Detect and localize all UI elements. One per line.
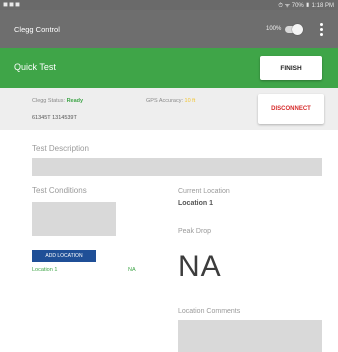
device-serial: 61345T 1314539T xyxy=(32,115,77,121)
app-title: Clegg Control xyxy=(14,25,60,34)
gps-accuracy-value: 10 ft xyxy=(184,98,196,104)
overflow-menu-icon[interactable] xyxy=(318,23,324,37)
battery-percent: 100% xyxy=(266,26,282,32)
location-list-item-name[interactable]: Location 1 xyxy=(32,267,57,273)
current-location-value: Location 1 xyxy=(178,200,214,207)
connection-toggle[interactable] xyxy=(283,24,303,35)
quick-test-bar: Quick Test FINISH xyxy=(0,48,338,88)
quick-test-title: Quick Test xyxy=(14,62,56,72)
test-conditions-label: Test Conditions xyxy=(32,186,87,195)
peak-drop-label: Peak Drop xyxy=(178,228,212,235)
clegg-status: Clegg Status: Ready xyxy=(32,98,83,104)
finish-button[interactable]: FINISH xyxy=(260,56,322,80)
app-bar: Clegg Control 100% xyxy=(0,10,338,48)
location-list-item-value: NA xyxy=(128,267,136,273)
disconnect-button[interactable]: DISCONNECT xyxy=(258,94,324,124)
system-status-text: ⏱ ᯤ 70% ▮ 1:18 PM xyxy=(278,3,334,9)
gps-accuracy-label: GPS Accuracy: xyxy=(146,98,183,104)
system-status-bar: ◼◼◼ ⏱ ᯤ 70% ▮ 1:18 PM xyxy=(0,0,338,10)
toggle-knob xyxy=(292,24,303,35)
test-description-input[interactable] xyxy=(32,158,322,176)
notification-icons: ◼◼◼ xyxy=(3,2,21,8)
location-comments-label: Location Comments xyxy=(178,308,241,315)
test-description-label: Test Description xyxy=(32,144,89,153)
peak-drop-value: NA xyxy=(178,250,222,283)
gps-accuracy: GPS Accuracy: 10 ft xyxy=(146,98,195,104)
device-info-bar: Clegg Status: Ready GPS Accuracy: 10 ft … xyxy=(0,88,338,130)
test-conditions-input[interactable] xyxy=(32,202,116,236)
add-location-button[interactable]: ADD LOCATION xyxy=(32,250,96,262)
clegg-status-label: Clegg Status: xyxy=(32,98,66,104)
clegg-status-value: Ready xyxy=(66,98,84,104)
location-comments-input[interactable] xyxy=(178,320,322,352)
current-location-label: Current Location xyxy=(178,188,230,195)
